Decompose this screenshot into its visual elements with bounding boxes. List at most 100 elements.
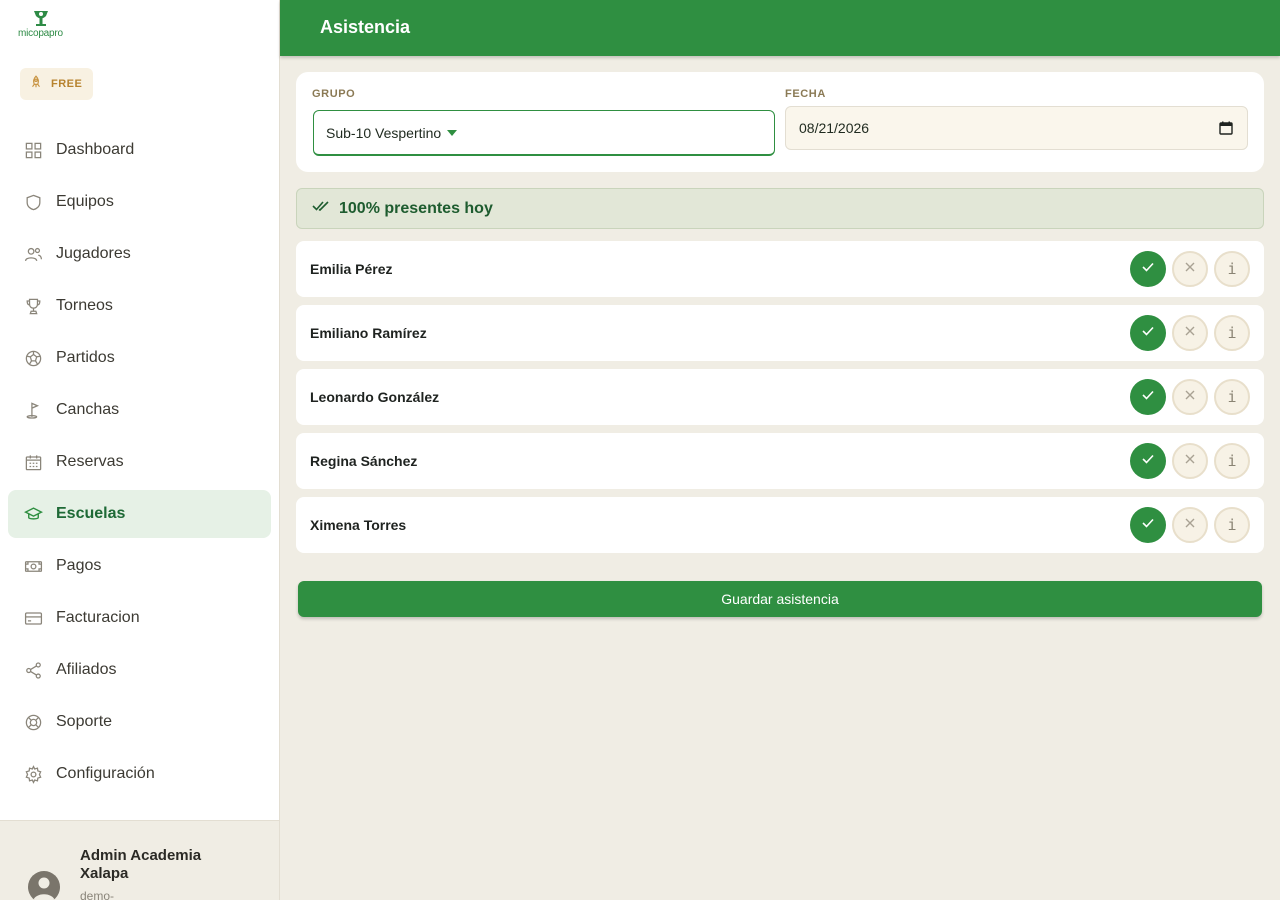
double-check-icon [312, 199, 330, 218]
brand-logo-text: micopapro [18, 28, 63, 39]
info-icon: i [1227, 452, 1237, 470]
sidebar-item-label: Jugadores [56, 245, 131, 262]
sidebar-item-torneos[interactable]: Torneos [8, 282, 271, 330]
info-button[interactable]: i [1214, 507, 1250, 543]
attendance-summary-text: 100% presentes hoy [339, 199, 493, 217]
info-button[interactable]: i [1214, 443, 1250, 479]
sidebar-item-label: Partidos [56, 349, 115, 366]
mark-present-button[interactable] [1130, 379, 1166, 415]
player-name: Ximena Torres [310, 517, 407, 533]
close-icon [1184, 516, 1196, 534]
sidebar-item-reservas[interactable]: Reservas [8, 438, 271, 486]
soccer-ball-icon [24, 349, 43, 368]
check-icon [1141, 324, 1155, 343]
info-button[interactable]: i [1214, 251, 1250, 287]
graduation-cap-icon [24, 505, 43, 524]
mark-absent-button[interactable] [1172, 315, 1208, 351]
group-select[interactable]: Sub-10 Vespertino [313, 110, 775, 156]
player-name: Regina Sánchez [310, 453, 418, 469]
close-icon [1184, 388, 1196, 406]
date-input[interactable]: 08/21/2026 [785, 106, 1248, 150]
table-row: Leonardo González i [296, 369, 1264, 425]
sidebar-item-escuelas[interactable]: Escuelas [8, 490, 271, 538]
check-icon [1141, 260, 1155, 279]
table-row: Ximena Torres i [296, 497, 1264, 553]
close-icon [1184, 452, 1196, 470]
sidebar-item-label: Soporte [56, 713, 113, 730]
info-icon: i [1227, 516, 1237, 534]
lifebuoy-icon [24, 713, 43, 732]
sidebar-item-label: Canchas [56, 401, 120, 418]
mark-present-button[interactable] [1130, 315, 1166, 351]
avatar[interactable] [28, 871, 60, 900]
sidebar-item-configuracion[interactable]: Configuración [8, 750, 271, 798]
page-title: Asistencia [320, 17, 411, 37]
mark-present-button[interactable] [1130, 507, 1166, 543]
sidebar-item-equipos[interactable]: Equipos [8, 178, 271, 226]
grid-icon [24, 141, 43, 160]
player-name: Emiliano Ramírez [310, 325, 427, 341]
plan-badge[interactable]: FREE [20, 68, 93, 100]
info-icon: i [1227, 388, 1237, 406]
users-icon [24, 245, 43, 264]
attendance-summary: 100% presentes hoy [296, 188, 1264, 229]
user-profile[interactable]: Admin Academia Xalapa demo- [0, 820, 279, 900]
sidebar-item-jugadores[interactable]: Jugadores [8, 230, 271, 278]
calendar-icon [24, 453, 43, 472]
player-name: Emilia Pérez [310, 261, 393, 277]
date-input-value: 08/21/2026 [799, 120, 870, 136]
sidebar-item-canchas[interactable]: Canchas [8, 386, 271, 434]
close-icon [1184, 324, 1196, 342]
gear-icon [24, 764, 43, 784]
sidebar-item-label: Dashboard [56, 141, 135, 158]
rocket-icon [29, 74, 43, 94]
sidebar-item-label: Reservas [56, 453, 124, 470]
group-label: GRUPO [312, 88, 356, 100]
info-icon: i [1227, 324, 1237, 342]
sidebar-item-pagos[interactable]: Pagos [8, 542, 271, 590]
info-icon: i [1227, 260, 1237, 278]
date-label: FECHA [785, 88, 826, 100]
mark-absent-button[interactable] [1172, 507, 1208, 543]
sidebar: micopapro FREE Dashboard Equipos Jugador… [0, 0, 280, 900]
user-name: Admin Academia Xalapa [80, 847, 202, 882]
filter-card: GRUPO Sub-10 Vespertino FECHA 08/21/2026 [296, 72, 1264, 172]
sidebar-item-facturacion[interactable]: Facturacion [8, 594, 271, 642]
credit-card-icon [24, 609, 43, 628]
caret-down-icon [447, 129, 458, 136]
table-row: Emilia Pérez i [296, 241, 1264, 297]
check-icon [1141, 452, 1155, 471]
sidebar-item-label: Facturacion [56, 609, 140, 626]
sidebar-nav: Dashboard Equipos Jugadores Torneos Part… [8, 126, 271, 802]
table-row: Emiliano Ramírez i [296, 305, 1264, 361]
calendar-picker-icon[interactable] [1219, 121, 1233, 138]
golf-flag-icon [24, 401, 43, 420]
sidebar-item-partidos[interactable]: Partidos [8, 334, 271, 382]
sidebar-item-soporte[interactable]: Soporte [8, 698, 271, 746]
plan-badge-label: FREE [51, 78, 83, 90]
close-icon [1184, 260, 1196, 278]
trophy-icon [24, 297, 43, 316]
sidebar-item-dashboard[interactable]: Dashboard [8, 126, 271, 174]
mark-absent-button[interactable] [1172, 251, 1208, 287]
mark-absent-button[interactable] [1172, 379, 1208, 415]
sidebar-item-label: Torneos [56, 297, 113, 314]
sidebar-item-label: Equipos [56, 193, 114, 210]
sidebar-item-label: Pagos [56, 557, 102, 574]
info-button[interactable]: i [1214, 315, 1250, 351]
info-button[interactable]: i [1214, 379, 1250, 415]
check-icon [1141, 516, 1155, 535]
group-select-value: Sub-10 Vespertino [326, 124, 442, 141]
mark-present-button[interactable] [1130, 251, 1166, 287]
save-attendance-button[interactable]: Guardar asistencia [298, 581, 1262, 617]
mark-absent-button[interactable] [1172, 443, 1208, 479]
share-icon [24, 661, 43, 680]
sidebar-item-label: Afiliados [56, 661, 117, 678]
table-row: Regina Sánchez i [296, 433, 1264, 489]
player-name: Leonardo González [310, 389, 440, 405]
sidebar-item-label: Escuelas [56, 505, 126, 522]
sidebar-item-label: Configuración [56, 765, 155, 782]
mark-present-button[interactable] [1130, 443, 1166, 479]
sidebar-item-afiliados[interactable]: Afiliados [8, 646, 271, 694]
page-header: Asistencia [280, 0, 1280, 56]
